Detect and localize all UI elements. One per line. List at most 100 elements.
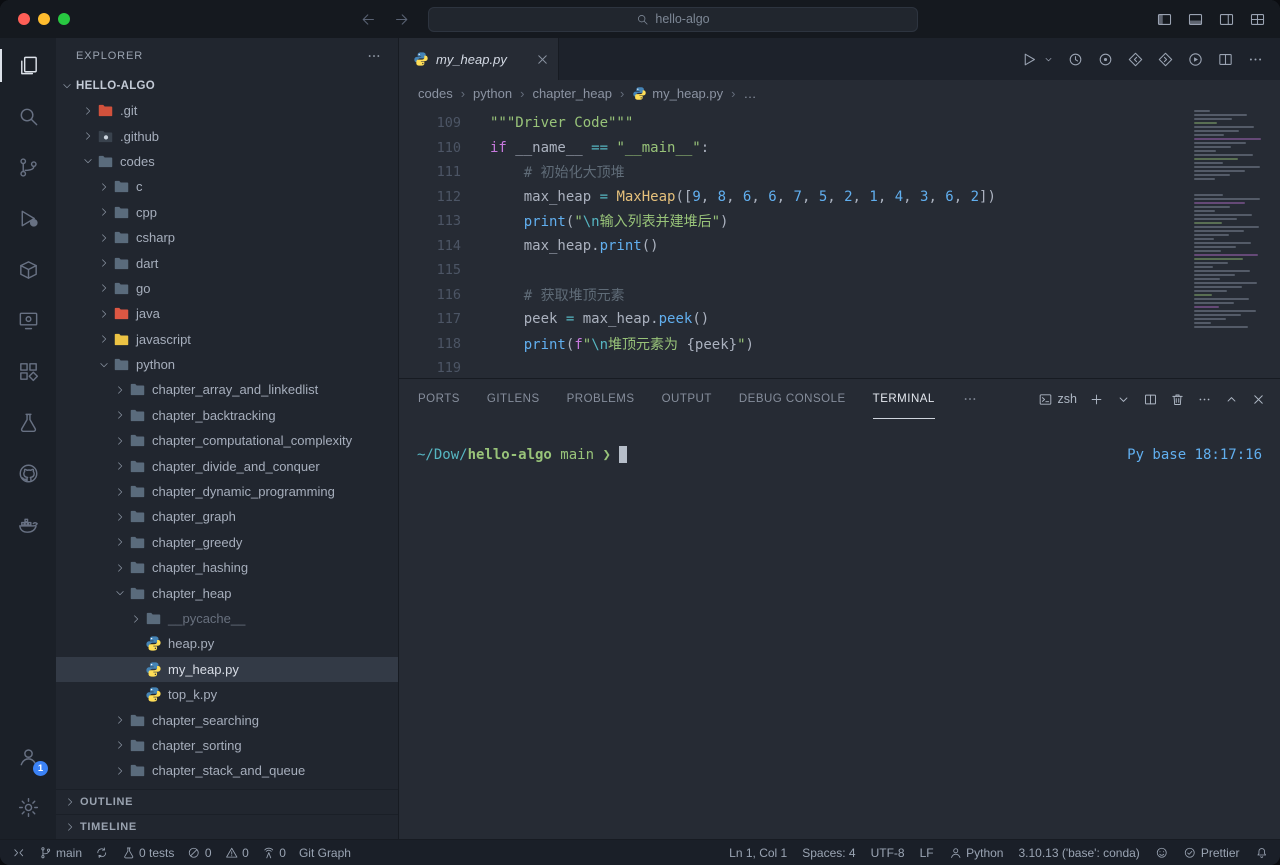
status-python[interactable]: Python: [949, 846, 1004, 860]
activity-extensions[interactable]: [0, 346, 56, 397]
chevron-up-icon[interactable]: [1224, 392, 1239, 407]
status-0[interactable]: 0: [187, 846, 211, 860]
split-editor-icon[interactable]: [1217, 51, 1234, 68]
zoom-window-button[interactable]: [58, 13, 70, 25]
tree-item-cpp[interactable]: cpp: [56, 200, 398, 225]
tree-item-chapter_stack_and_queue[interactable]: chapter_stack_and_queue: [56, 758, 398, 783]
tree-item-javascript[interactable]: javascript: [56, 327, 398, 352]
plus-icon[interactable]: [1089, 392, 1104, 407]
status-utf-8[interactable]: UTF-8: [871, 846, 905, 860]
tree-item-chapter_greedy[interactable]: chapter_greedy: [56, 530, 398, 555]
project-section-header[interactable]: HELLO-ALGO: [56, 74, 398, 98]
breadcrumb-item-chapter_heap[interactable]: chapter_heap: [532, 86, 612, 101]
minimize-window-button[interactable]: [38, 13, 50, 25]
tree-item-csharp[interactable]: csharp: [56, 225, 398, 250]
ellipsis-icon[interactable]: [1197, 392, 1212, 407]
tree-item-chapter_searching[interactable]: chapter_searching: [56, 707, 398, 732]
status-extension-icon[interactable]: [1155, 846, 1169, 860]
status-ln-1-col-1[interactable]: Ln 1, Col 1: [729, 846, 787, 860]
tree-item-__pycache__[interactable]: __pycache__: [56, 606, 398, 631]
tree-item-go[interactable]: go: [56, 276, 398, 301]
run-icon[interactable]: [1021, 51, 1038, 68]
chevron-down-icon[interactable]: [1116, 392, 1131, 407]
tree-item-chapter_heap[interactable]: chapter_heap: [56, 580, 398, 605]
tree-item-python[interactable]: python: [56, 352, 398, 377]
tree-item-.github[interactable]: .github: [56, 123, 398, 148]
tree-item-chapter_array_and_linkedlist[interactable]: chapter_array_and_linkedlist: [56, 377, 398, 402]
tree-item-my_heap.py[interactable]: my_heap.py: [56, 657, 398, 682]
timeline-section[interactable]: TIMELINE: [56, 814, 398, 839]
tree-item-chapter_graph[interactable]: chapter_graph: [56, 504, 398, 529]
status-main[interactable]: main: [39, 846, 83, 860]
layout-sidebar-right-icon[interactable]: [1218, 11, 1235, 28]
activity-docker[interactable]: [0, 499, 56, 550]
diamond-right-icon[interactable]: [1157, 51, 1174, 68]
status-bell-icon[interactable]: [1255, 846, 1269, 860]
status-3-10-13-base-conda[interactable]: 3.10.13 ('base': conda): [1018, 846, 1139, 860]
close-icon[interactable]: [1251, 392, 1266, 407]
outline-section[interactable]: OUTLINE: [56, 789, 398, 814]
breadcrumb-item-codes[interactable]: codes: [418, 86, 453, 101]
tab-my-heap-py[interactable]: my_heap.py: [399, 38, 559, 80]
breadcrumb-item-…[interactable]: …: [743, 86, 756, 101]
record-icon[interactable]: [1097, 51, 1114, 68]
layout-sidebar-left-icon[interactable]: [1156, 11, 1173, 28]
status-lf[interactable]: LF: [920, 846, 934, 860]
breadcrumb-item-my_heap.py[interactable]: my_heap.py: [632, 86, 723, 101]
tree-item-chapter_hashing[interactable]: chapter_hashing: [56, 555, 398, 580]
ellipsis-icon[interactable]: [1247, 51, 1264, 68]
tree-item-top_k.py[interactable]: top_k.py: [56, 682, 398, 707]
activity-explorer[interactable]: [0, 40, 56, 91]
code-editor[interactable]: 109"""Driver Code"""110if __name__ == "_…: [399, 106, 1280, 378]
panel-tab-output[interactable]: OUTPUT: [662, 379, 712, 419]
minimap[interactable]: [1194, 110, 1268, 378]
tree-item-codes[interactable]: codes: [56, 149, 398, 174]
activity-run-debug[interactable]: [0, 193, 56, 244]
terminal-zsh[interactable]: zsh: [1038, 392, 1077, 407]
activity-open-folder[interactable]: [0, 244, 56, 295]
command-center-search[interactable]: hello-algo: [428, 7, 918, 32]
chevron-down-small-icon[interactable]: [1043, 54, 1054, 65]
status-sync-icon[interactable]: [95, 846, 109, 860]
status-git-graph[interactable]: Git Graph: [299, 846, 351, 860]
layout-panel-icon[interactable]: [1187, 11, 1204, 28]
more-actions-icon[interactable]: [366, 48, 382, 64]
tree-item-dart[interactable]: dart: [56, 250, 398, 275]
status-prettier[interactable]: Prettier: [1183, 846, 1239, 860]
close-window-button[interactable]: [18, 13, 30, 25]
status-0[interactable]: 0: [225, 846, 249, 860]
activity-search[interactable]: [0, 91, 56, 142]
activity-github[interactable]: [0, 448, 56, 499]
tree-item-chapter_dynamic_programming[interactable]: chapter_dynamic_programming: [56, 479, 398, 504]
panel-tab-terminal[interactable]: TERMINAL: [873, 379, 935, 419]
split-editor-icon[interactable]: [1143, 392, 1158, 407]
tree-item-java[interactable]: java: [56, 301, 398, 326]
status-0[interactable]: 0: [262, 846, 286, 860]
close-tab-icon[interactable]: [535, 52, 550, 67]
panel-tab-problems[interactable]: PROBLEMS: [567, 379, 635, 419]
trash-icon[interactable]: [1170, 392, 1185, 407]
tree-item-c[interactable]: c: [56, 174, 398, 199]
tree-item-chapter_backtracking[interactable]: chapter_backtracking: [56, 403, 398, 428]
tree-item-.git[interactable]: .git: [56, 98, 398, 123]
activity-remote-explorer[interactable]: [0, 295, 56, 346]
activity-settings[interactable]: [0, 782, 56, 833]
ellipsis-icon[interactable]: [962, 391, 978, 407]
status-remote-indicator-icon[interactable]: [12, 846, 26, 860]
arrow-right-icon[interactable]: [393, 11, 410, 28]
arrow-left-icon[interactable]: [360, 11, 377, 28]
activity-accounts[interactable]: 1: [0, 731, 56, 782]
layout-customize-icon[interactable]: [1249, 11, 1266, 28]
tree-item-chapter_divide_and_conquer[interactable]: chapter_divide_and_conquer: [56, 453, 398, 478]
tree-item-heap.py[interactable]: heap.py: [56, 631, 398, 656]
terminal[interactable]: ~/Dow/hello-algo main ❯ Py base 18:17:16: [399, 419, 1280, 839]
status-0-tests[interactable]: 0 tests: [122, 846, 175, 860]
play-circle-icon[interactable]: [1187, 51, 1204, 68]
status-spaces-4[interactable]: Spaces: 4: [802, 846, 855, 860]
breadcrumb-item-python[interactable]: python: [473, 86, 512, 101]
tree-item-chapter_sorting[interactable]: chapter_sorting: [56, 733, 398, 758]
history-icon[interactable]: [1067, 51, 1084, 68]
activity-testing[interactable]: [0, 397, 56, 448]
panel-tab-ports[interactable]: PORTS: [418, 379, 460, 419]
panel-tab-gitlens[interactable]: GITLENS: [487, 379, 540, 419]
